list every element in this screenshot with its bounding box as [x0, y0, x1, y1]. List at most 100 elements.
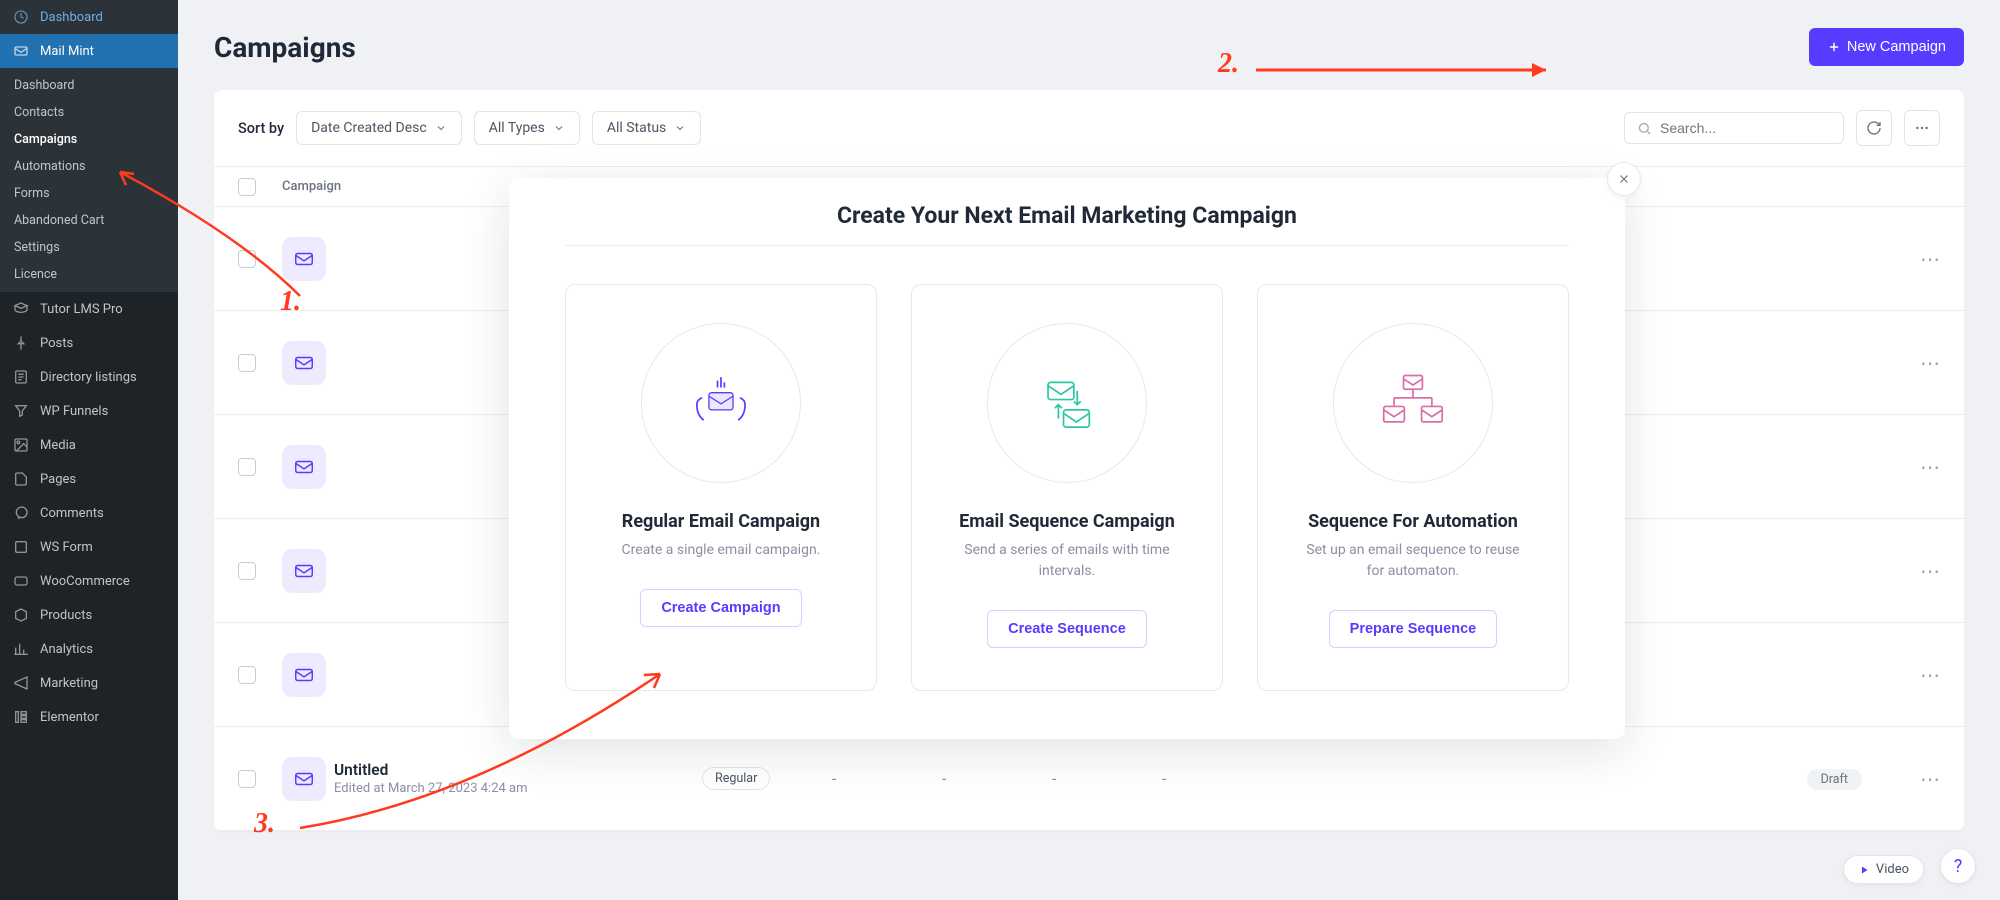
row-checkbox[interactable]: [238, 770, 256, 788]
row-menu-button[interactable]: ⋯: [1880, 455, 1940, 479]
sidebar-item-comments[interactable]: Comments: [0, 496, 178, 530]
play-icon: [1858, 864, 1870, 876]
campaign-type-icon: [282, 549, 326, 593]
sidebar-item-elementor[interactable]: Elementor: [0, 700, 178, 734]
modal-body: Regular Email Campaign Create a single e…: [509, 246, 1625, 739]
metric-placeholder: -: [1162, 769, 1272, 788]
sidebar-item-marketing[interactable]: Marketing: [0, 666, 178, 700]
sidebar-item-wp-dashboard[interactable]: Dashboard: [0, 0, 178, 34]
sidebar-item-wp-funnels[interactable]: WP Funnels: [0, 394, 178, 428]
sort-select-value: Date Created Desc: [311, 120, 427, 136]
row-menu-button[interactable]: ⋯: [1880, 351, 1940, 375]
status-badge: Draft: [1807, 769, 1862, 790]
row-checkbox[interactable]: [238, 562, 256, 580]
elementor-icon: [12, 708, 30, 726]
wp-admin-sidebar: Dashboard Mail Mint Dashboard Contacts C…: [0, 0, 178, 900]
help-icon: ?: [1954, 856, 1963, 877]
search-icon: [1637, 121, 1652, 136]
sidebar-label: Dashboard: [40, 10, 103, 25]
campaign-type-icon: [282, 653, 326, 697]
campaigns-toolbar: Sort by Date Created Desc All Types All …: [214, 90, 1964, 167]
type-select[interactable]: All Types: [474, 111, 580, 145]
new-campaign-button[interactable]: New Campaign: [1809, 28, 1964, 66]
video-help-pill[interactable]: Video: [1843, 855, 1924, 884]
chevron-down-icon: [435, 122, 447, 134]
sub-licence[interactable]: Licence: [0, 261, 178, 288]
row-menu-button[interactable]: ⋯: [1880, 247, 1940, 271]
option-desc: Set up an email sequence to reuse for au…: [1298, 540, 1528, 582]
campaign-type-icon: [282, 757, 326, 801]
sidebar-item-pages[interactable]: Pages: [0, 462, 178, 496]
sidebar-item-directory-listings[interactable]: Directory listings: [0, 360, 178, 394]
sidebar-item-products[interactable]: Products: [0, 598, 178, 632]
metric-placeholder: -: [1052, 769, 1162, 788]
sub-dashboard[interactable]: Dashboard: [0, 72, 178, 99]
sidebar-item-analytics[interactable]: Analytics: [0, 632, 178, 666]
wpfunnels-icon: [12, 402, 30, 420]
sub-settings[interactable]: Settings: [0, 234, 178, 261]
row-menu-button[interactable]: ⋯: [1880, 663, 1940, 687]
campaign-type-icon: [282, 341, 326, 385]
create-sequence-button[interactable]: Create Sequence: [987, 610, 1147, 648]
wsform-icon: [12, 538, 30, 556]
sub-campaigns[interactable]: Campaigns: [0, 126, 178, 153]
marketing-icon: [12, 674, 30, 692]
row-menu-button[interactable]: ⋯: [1880, 559, 1940, 583]
option-sequence-campaign: Email Sequence Campaign Send a series of…: [911, 284, 1223, 691]
campaign-title[interactable]: Untitled: [334, 761, 528, 779]
sidebar-item-woocommerce[interactable]: WooCommerce: [0, 564, 178, 598]
refresh-button[interactable]: [1856, 110, 1892, 146]
metric-placeholder: -: [832, 769, 942, 788]
chevron-down-icon: [553, 122, 565, 134]
sidebar-item-posts[interactable]: Posts: [0, 326, 178, 360]
sub-forms[interactable]: Forms: [0, 180, 178, 207]
campaign-type-icon: [282, 445, 326, 489]
modal-close-button[interactable]: [1607, 162, 1641, 196]
option-title: Sequence For Automation: [1308, 511, 1518, 532]
status-select[interactable]: All Status: [592, 111, 701, 145]
status-select-value: All Status: [607, 120, 666, 136]
regular-campaign-illus: [641, 323, 801, 483]
plus-icon: [1827, 40, 1841, 54]
option-desc: Create a single email campaign.: [622, 540, 821, 561]
type-select-value: All Types: [489, 120, 545, 136]
sidebar-item-media[interactable]: Media: [0, 428, 178, 462]
sub-contacts[interactable]: Contacts: [0, 99, 178, 126]
row-menu-button[interactable]: ⋯: [1880, 767, 1940, 791]
sub-automations[interactable]: Automations: [0, 153, 178, 180]
products-icon: [12, 606, 30, 624]
sequence-campaign-illus: [987, 323, 1147, 483]
new-campaign-label: New Campaign: [1847, 39, 1946, 55]
sidebar-item-tutor-lms[interactable]: Tutor LMS Pro: [0, 292, 178, 326]
search-input[interactable]: [1660, 120, 1841, 136]
search-box[interactable]: [1624, 112, 1844, 144]
video-label: Video: [1876, 862, 1909, 877]
dashboard-icon: [12, 8, 30, 26]
row-checkbox[interactable]: [238, 666, 256, 684]
sort-by-label: Sort by: [238, 120, 284, 137]
sort-select[interactable]: Date Created Desc: [296, 111, 462, 145]
help-button[interactable]: ?: [1940, 848, 1976, 884]
sidebar-item-mailmint[interactable]: Mail Mint: [0, 34, 178, 68]
sub-abandoned-cart[interactable]: Abandoned Cart: [0, 207, 178, 234]
more-options-button[interactable]: [1904, 110, 1940, 146]
create-regular-campaign-button[interactable]: Create Campaign: [640, 589, 801, 627]
sidebar-item-ws-form[interactable]: WS Form: [0, 530, 178, 564]
prepare-sequence-button[interactable]: Prepare Sequence: [1329, 610, 1498, 648]
mailmint-submenu: Dashboard Contacts Campaigns Automations…: [0, 68, 178, 292]
create-campaign-modal: Create Your Next Email Marketing Campaig…: [509, 178, 1625, 739]
metric-placeholder: -: [942, 769, 1052, 788]
directory-icon: [12, 368, 30, 386]
row-checkbox[interactable]: [238, 458, 256, 476]
campaign-type-icon: [282, 237, 326, 281]
campaign-date: Edited at March 27, 2023 4:24 am: [334, 781, 528, 796]
select-all-checkbox[interactable]: [238, 178, 256, 196]
option-title: Regular Email Campaign: [622, 511, 820, 532]
table-row: Untitled Edited at March 27, 2023 4:24 a…: [214, 727, 1964, 831]
option-title: Email Sequence Campaign: [959, 511, 1175, 532]
mailmint-icon: [12, 42, 30, 60]
row-checkbox[interactable]: [238, 250, 256, 268]
row-checkbox[interactable]: [238, 354, 256, 372]
page-header: Campaigns New Campaign: [214, 28, 1964, 66]
comment-icon: [12, 504, 30, 522]
